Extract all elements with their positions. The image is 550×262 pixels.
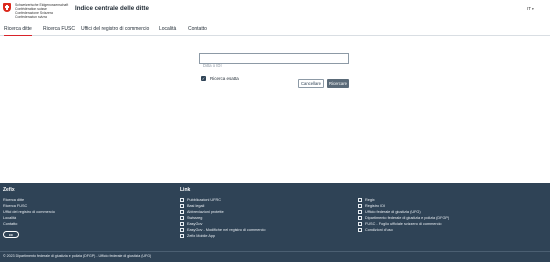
tab-ricerca-fusc[interactable]: Ricerca FUSC: [43, 26, 75, 36]
external-link-icon: [180, 215, 184, 220]
footer-external-link-label: Dipartimento federale di giustizia e pol…: [365, 216, 450, 220]
external-link-icon: [180, 209, 184, 214]
external-link-icon: [358, 215, 362, 220]
external-link-icon: [180, 197, 184, 202]
external-link-icon: [180, 221, 184, 226]
external-link-icon: [358, 209, 362, 214]
footer-external-link-label: EasyGov: [187, 222, 203, 226]
footer-external-link-label: Zefix Mobile App: [187, 234, 216, 238]
footer-link[interactable]: Contatto: [3, 221, 55, 227]
footer-external-link-label: Pubblicazioni UFRC: [187, 198, 221, 202]
footer-external-link-label: Condizioni d'uso: [365, 228, 393, 232]
footer-external-link-label: FUSC - Foglio ufficiale svizzero di comm…: [365, 222, 442, 226]
external-link-icon: [180, 227, 184, 232]
exact-search-checkbox[interactable]: ✓: [201, 76, 206, 81]
search-field: [199, 53, 349, 70]
tab-ricerca-ditte[interactable]: Ricerca ditte: [4, 26, 32, 36]
footer-external-link-label: EasyGov - Modifiche nel registro di comm…: [187, 228, 266, 232]
external-link-icon: [358, 203, 362, 208]
footer-zefix-heading: Zefix: [3, 187, 15, 193]
footer-zefix-links: Ricerca ditte Ricerca FUSC Uffici del re…: [3, 197, 55, 227]
confederation-names: Schweizerische Eidgenossenschaft Confédé…: [15, 3, 68, 19]
footer-external-link-label: Regix: [365, 198, 375, 202]
page-footer: Zefix Ricerca ditte Ricerca FUSC Uffici …: [0, 183, 550, 262]
cc-label: cc: [9, 232, 13, 237]
swiss-shield-icon: [3, 3, 11, 12]
footer-links-col1: Pubblicazioni UFRC Basi legali Abbreviaz…: [180, 197, 266, 239]
external-link-icon: [358, 227, 362, 232]
footer-external-link[interactable]: Zefix Mobile App: [180, 233, 266, 239]
footer-links-col2: Regix Registro IDI Ufficio federale di g…: [358, 197, 449, 233]
confederation-line: Confederaziun svizra: [15, 15, 47, 19]
creative-commons-icon[interactable]: cc: [3, 231, 19, 238]
exact-search-option[interactable]: ✓ Ricerca esatta: [201, 76, 239, 81]
external-link-icon: [180, 233, 184, 238]
footer-divider: [0, 251, 550, 252]
external-link-icon: [358, 197, 362, 202]
app-header: Schweizerische Eidgenossenschaft Confédé…: [0, 0, 550, 24]
chevron-down-icon: ▾: [532, 7, 534, 11]
footer-external-link-label: Basi legali: [187, 204, 205, 208]
footer-external-link-label: Swissreg: [187, 216, 203, 220]
exact-search-label: Ricerca esatta: [210, 76, 239, 81]
tab-localita[interactable]: Località: [159, 26, 176, 36]
external-link-icon: [180, 203, 184, 208]
app-title: Indice centrale delle ditte: [75, 5, 149, 12]
footer-external-link-label: Registro IDI: [365, 204, 386, 208]
tab-contatto[interactable]: Contatto: [188, 26, 207, 36]
language-label: IT: [527, 6, 531, 11]
confederation-logo[interactable]: Schweizerische Eidgenossenschaft Confédé…: [3, 3, 68, 19]
clear-button[interactable]: Cancellare: [298, 79, 324, 88]
footer-external-link-label: Abbreviazioni protette: [187, 210, 224, 214]
language-selector[interactable]: IT▾: [527, 6, 534, 11]
footer-link-heading: Link: [180, 187, 191, 193]
search-button[interactable]: Ricercare: [327, 79, 349, 88]
main-navigation: Ricerca ditte Ricerca FUSC Uffici del re…: [0, 24, 550, 36]
copyright-text: © 2023 Dipartimento federale di giustizi…: [3, 254, 152, 258]
external-link-icon: [358, 221, 362, 226]
footer-external-link-label: Ufficio federale di giustizia (UFG): [365, 210, 421, 214]
tab-uffici-registro[interactable]: Uffici del registro di commercio: [81, 26, 149, 36]
search-input[interactable]: [200, 61, 348, 70]
footer-external-link[interactable]: Condizioni d'uso: [358, 227, 449, 233]
